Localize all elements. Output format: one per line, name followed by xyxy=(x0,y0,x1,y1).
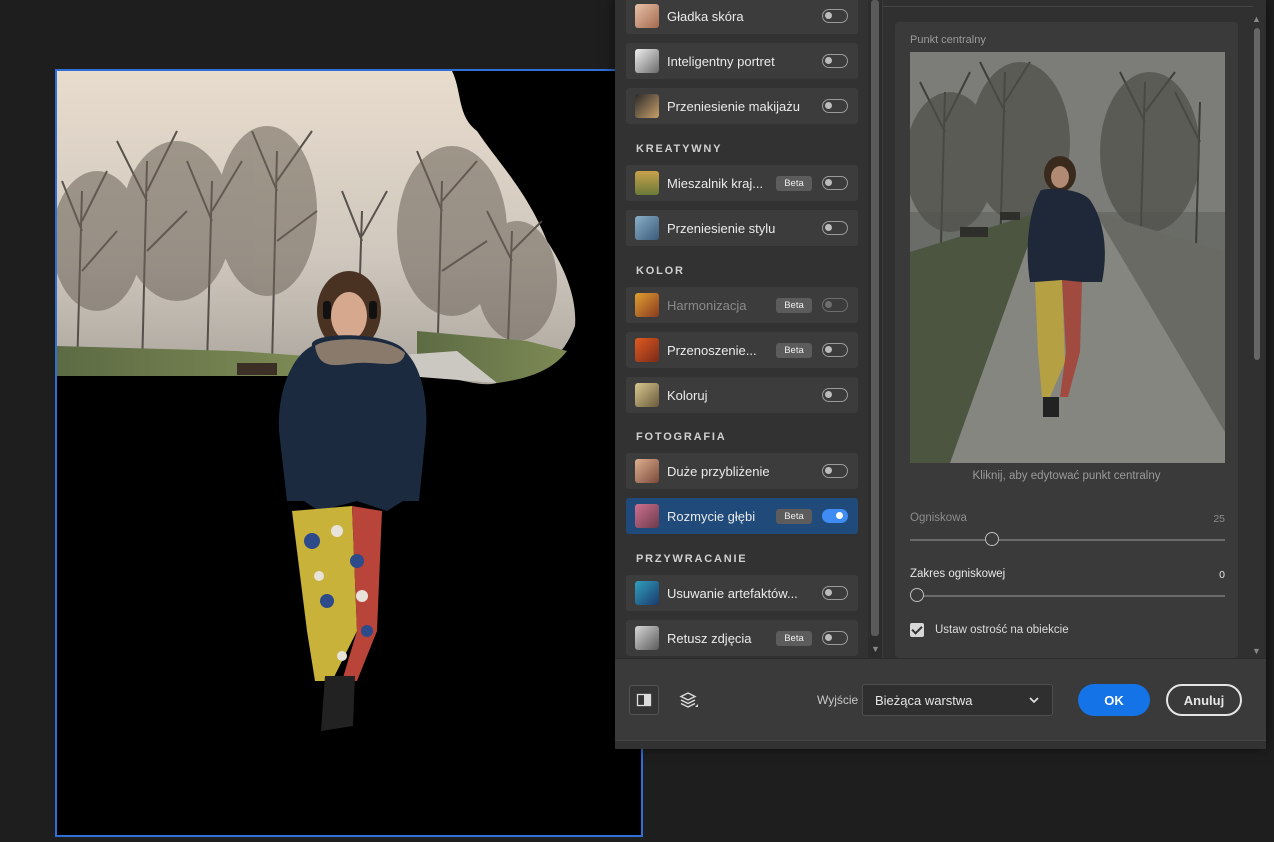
beta-badge: Beta xyxy=(776,342,812,358)
scrollbar-thumb[interactable] xyxy=(1254,28,1260,360)
filter-item-label: Retusz zdjęcia xyxy=(667,630,752,646)
filter-item-label: Przeniesienie makijażu xyxy=(667,98,800,114)
focal-distance-label: Ogniskowa xyxy=(910,512,967,524)
smart-portrait-icon xyxy=(635,49,659,73)
filter-item-harmonization[interactable]: Harmonizacja Beta xyxy=(626,287,858,323)
filter-item-makeup-transfer[interactable]: Przeniesienie makijażu xyxy=(626,88,858,124)
scrollbar-thumb[interactable] xyxy=(871,0,879,636)
focal-range-slider[interactable] xyxy=(910,588,1225,602)
filter-item-smooth-skin[interactable]: Gładka skóra xyxy=(626,0,858,34)
layers-preview-button[interactable] xyxy=(674,685,704,715)
neural-filters-dialog: Gładka skóra Inteligentny portret Przeni… xyxy=(615,0,1266,749)
section-title-photography: FOTOGRAFIA xyxy=(636,431,727,443)
filter-toggle[interactable] xyxy=(822,54,848,68)
filter-item-label: Usuwanie artefaktów... xyxy=(667,585,798,601)
filter-list: Gładka skóra Inteligentny portret Przeni… xyxy=(615,0,868,658)
filter-toggle[interactable] xyxy=(822,99,848,113)
filter-item-label: Duże przybliżenie xyxy=(667,463,770,479)
canvas-image xyxy=(57,71,576,731)
focus-subject-label: Ustaw ostrość na obiekcie xyxy=(935,624,1069,636)
focal-distance-slider[interactable] xyxy=(910,532,1225,546)
filter-toggle[interactable] xyxy=(822,586,848,600)
filter-item-label: Koloruj xyxy=(667,387,708,403)
filter-item-depth-blur[interactable]: Rozmycie głębi Beta xyxy=(626,498,858,534)
filter-toggle[interactable] xyxy=(822,343,848,357)
super-zoom-icon xyxy=(635,459,659,483)
focal-point-preview[interactable] xyxy=(910,52,1225,463)
style-transfer-icon xyxy=(635,216,659,240)
section-title-creative: KREATYWNY xyxy=(636,143,723,155)
focal-distance-slider-thumb[interactable] xyxy=(985,532,999,546)
preview-image xyxy=(910,52,1225,463)
filter-item-super-zoom[interactable]: Duże przybliżenie xyxy=(626,453,858,489)
filter-item-label: Harmonizacja xyxy=(667,297,747,313)
filter-settings-area: Punkt centralny Kliknij, aby edytować pu… xyxy=(883,0,1266,658)
filter-item-label: Gładka skóra xyxy=(667,8,744,24)
filter-toggle[interactable] xyxy=(822,221,848,235)
filter-item-style-transfer[interactable]: Przeniesienie stylu xyxy=(626,210,858,246)
landscape-mixer-icon xyxy=(635,171,659,195)
filter-toggle[interactable] xyxy=(822,176,848,190)
focal-point-label: Punkt centralny xyxy=(910,34,986,46)
split-view-icon xyxy=(636,693,652,707)
chevron-down-icon xyxy=(1029,697,1039,704)
focus-subject-checkbox-row[interactable]: Ustaw ostrość na obiekcie xyxy=(910,623,1069,637)
depth-blur-settings: Punkt centralny Kliknij, aby edytować pu… xyxy=(895,22,1238,658)
filter-toggle[interactable] xyxy=(822,509,848,523)
filter-toggle[interactable] xyxy=(822,464,848,478)
beta-badge: Beta xyxy=(776,630,812,646)
focal-range-label: Zakres ogniskowej xyxy=(910,568,1006,580)
filter-item-label: Rozmycie głębi xyxy=(667,508,756,524)
color-transfer-icon xyxy=(635,338,659,362)
harmonization-icon xyxy=(635,293,659,317)
scroll-down-icon[interactable]: ▼ xyxy=(871,644,880,654)
settings-scrollbar[interactable]: ▲ ▼ xyxy=(1252,14,1262,658)
filter-list-scrollbar[interactable]: ▼ xyxy=(868,0,882,658)
focus-subject-checkbox[interactable] xyxy=(910,623,924,637)
focal-range-value: 0 xyxy=(1219,569,1225,581)
preview-hint: Kliknij, aby edytować punkt centralny xyxy=(972,470,1161,482)
filter-item-landscape-mixer[interactable]: Mieszalnik kraj... Beta xyxy=(626,165,858,201)
beta-badge: Beta xyxy=(776,508,812,524)
photo-restoration-icon xyxy=(635,626,659,650)
scroll-down-icon[interactable]: ▼ xyxy=(1252,646,1261,656)
smooth-skin-icon xyxy=(635,4,659,28)
filter-item-color-transfer[interactable]: Przenoszenie... Beta xyxy=(626,332,858,368)
split-view-button[interactable] xyxy=(629,685,659,715)
divider xyxy=(883,6,1253,7)
output-select-value: Bieżąca warstwa xyxy=(875,692,973,708)
output-label: Wyjście xyxy=(817,693,859,707)
document-canvas[interactable] xyxy=(55,69,643,837)
section-title-restoration: PRZYWRACANIE xyxy=(636,553,748,565)
scroll-up-icon[interactable]: ▲ xyxy=(1252,14,1261,24)
beta-badge: Beta xyxy=(776,175,812,191)
section-title-color: KOLOR xyxy=(636,265,685,277)
filter-item-colorize[interactable]: Koloruj xyxy=(626,377,858,413)
filter-item-label: Inteligentny portret xyxy=(667,53,775,69)
filter-item-photo-restoration[interactable]: Retusz zdjęcia Beta xyxy=(626,620,858,656)
colorize-icon xyxy=(635,383,659,407)
filter-toggle[interactable] xyxy=(822,9,848,23)
focal-distance-value: 25 xyxy=(1213,513,1225,525)
ok-button[interactable]: OK xyxy=(1078,684,1150,716)
filter-toggle[interactable] xyxy=(822,298,848,312)
output-select[interactable]: Bieżąca warstwa xyxy=(862,684,1053,716)
dialog-footer: Wyjście Bieżąca warstwa OK Anuluj xyxy=(615,658,1266,749)
beta-badge: Beta xyxy=(776,297,812,313)
artifact-removal-icon xyxy=(635,581,659,605)
filter-toggle[interactable] xyxy=(822,388,848,402)
cancel-button[interactable]: Anuluj xyxy=(1166,684,1242,716)
dialog-bottom-edge xyxy=(615,740,1266,749)
layers-icon xyxy=(679,692,698,708)
filter-item-label: Mieszalnik kraj... xyxy=(667,175,764,191)
filter-toggle[interactable] xyxy=(822,631,848,645)
makeup-transfer-icon xyxy=(635,94,659,118)
filter-item-label: Przenoszenie... xyxy=(667,342,757,358)
depth-blur-icon xyxy=(635,504,659,528)
filter-item-label: Przeniesienie stylu xyxy=(667,220,776,236)
filter-item-smart-portrait[interactable]: Inteligentny portret xyxy=(626,43,858,79)
filter-item-jpeg-artifacts[interactable]: Usuwanie artefaktów... xyxy=(626,575,858,611)
focal-range-slider-thumb[interactable] xyxy=(910,588,924,602)
